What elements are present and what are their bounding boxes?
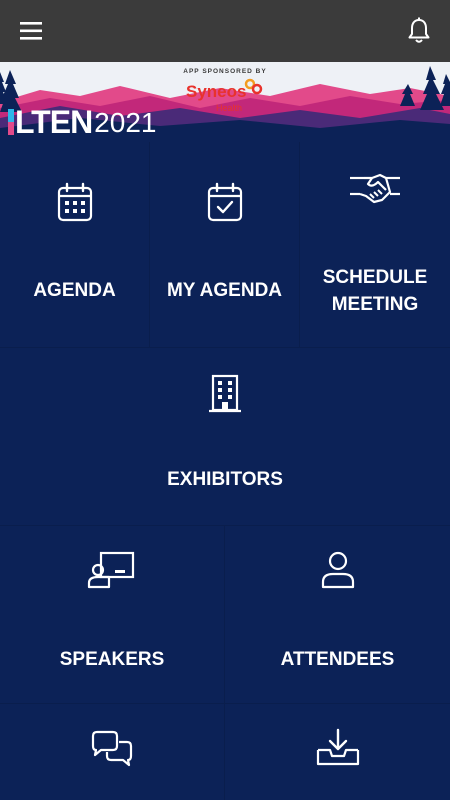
- event-logo-year: 2021: [94, 107, 157, 138]
- person-icon: [321, 551, 354, 589]
- tile-exhibitors[interactable]: EXHIBITORS: [0, 348, 450, 526]
- chat-bubbles-icon: [91, 730, 133, 767]
- home-menu-grid: AGENDA MY AGENDA SCHEDULE MEETING EXHIBI…: [0, 142, 450, 800]
- calendar-check-icon: [207, 182, 242, 222]
- tile-schedule-meeting-label-line1: SCHEDULE: [322, 267, 428, 288]
- inbox-download-icon: [316, 728, 359, 766]
- syneos-logo-mark-icon: [244, 78, 263, 95]
- tile-downloads[interactable]: [225, 704, 450, 800]
- event-logo: LTEN 2021: [8, 104, 156, 138]
- tile-schedule-meeting[interactable]: SCHEDULE MEETING: [300, 142, 450, 348]
- building-icon: [209, 374, 241, 413]
- hamburger-menu-icon[interactable]: [14, 16, 48, 46]
- lten-logo-bar-icon: [8, 109, 14, 135]
- presenter-icon: [87, 551, 135, 589]
- tile-exhibitors-label: EXHIBITORS: [167, 469, 283, 490]
- handshake-icon: [350, 173, 400, 204]
- sponsor-logo: Syneos Health: [186, 78, 276, 114]
- tile-attendees-label: ATTENDEES: [280, 649, 395, 670]
- tile-agenda-label: AGENDA: [33, 280, 116, 301]
- sponsor-name: Syneos: [186, 82, 247, 101]
- bell-icon[interactable]: [402, 14, 436, 48]
- sponsor-subname: Health: [216, 103, 243, 113]
- tile-my-agenda-label: MY AGENDA: [166, 280, 283, 301]
- event-banner: APP SPONSORED BY Syneos Health LTEN 2021: [0, 62, 450, 142]
- tile-my-agenda[interactable]: MY AGENDA: [150, 142, 300, 348]
- tile-attendees[interactable]: ATTENDEES: [225, 526, 450, 704]
- tile-agenda[interactable]: AGENDA: [0, 142, 150, 348]
- tile-messages[interactable]: [0, 704, 225, 800]
- tile-speakers[interactable]: SPEAKERS: [0, 526, 225, 704]
- tile-speakers-label: SPEAKERS: [59, 649, 165, 670]
- top-app-bar: [0, 0, 450, 62]
- event-logo-word: LTEN: [15, 104, 93, 140]
- calendar-icon: [57, 182, 92, 222]
- sponsor-caption: APP SPONSORED BY: [183, 68, 267, 75]
- tile-schedule-meeting-label-line2: MEETING: [331, 294, 419, 315]
